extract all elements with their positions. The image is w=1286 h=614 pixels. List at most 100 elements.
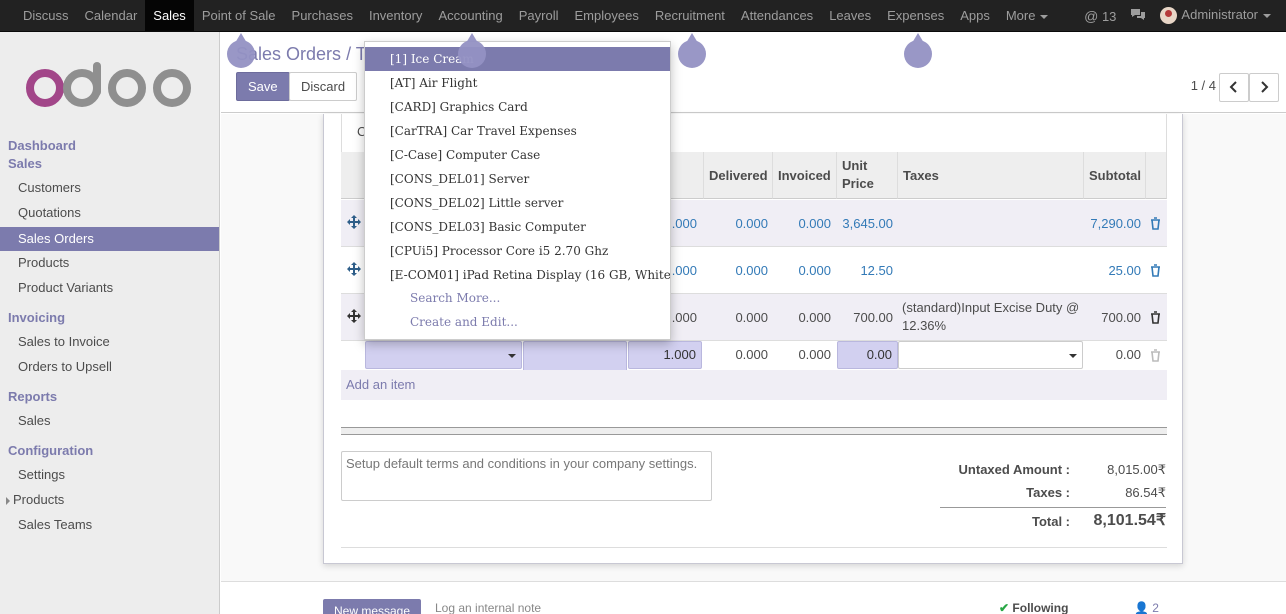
pager-value: 1 / 4 [1190, 78, 1216, 93]
totals-divider [940, 507, 1166, 508]
menu-employees[interactable]: Employees [567, 0, 647, 31]
menu-accounting[interactable]: Accounting [430, 0, 510, 31]
column-subtotal[interactable]: Subtotal [1084, 152, 1146, 199]
total-label: Total : [1031, 514, 1070, 529]
cell-subtotal[interactable]: 25.00 [1084, 247, 1141, 294]
menu-expenses[interactable]: Expenses [879, 0, 952, 31]
chat-icon[interactable] [1130, 8, 1146, 24]
mentions-indicator[interactable]: @ 13 [1084, 8, 1116, 24]
pager-previous-button[interactable] [1219, 73, 1249, 102]
cell-delivered[interactable]: 0.000 [704, 200, 768, 247]
sidebar-item-label: Products [13, 492, 65, 507]
sidebar-item-customers[interactable]: Customers [0, 176, 219, 200]
menu-leaves[interactable]: Leaves [821, 0, 879, 31]
search-more-link[interactable]: Search More... [410, 291, 500, 305]
sidebar-item-quotations[interactable]: Quotations [0, 201, 219, 225]
user-menu[interactable]: Administrator [1160, 7, 1271, 25]
tour-tip-marker[interactable] [904, 33, 932, 68]
sheet-bottom-divider [341, 547, 1167, 548]
breadcrumb-separator: / [346, 44, 352, 64]
trash-icon[interactable] [1150, 217, 1161, 230]
move-icon[interactable] [347, 309, 361, 323]
at-icon: @ [1084, 7, 1099, 24]
sidebar-section-configuration: Configuration [8, 443, 94, 458]
sidebar-item-orders-to-upsell[interactable]: Orders to Upsell [0, 355, 219, 379]
cell-unit-price[interactable]: 700.00 [837, 294, 893, 341]
dropdown-option[interactable]: [CARD] Graphics Card [365, 95, 670, 119]
dropdown-option[interactable]: [AT] Air Flight [365, 71, 670, 95]
taxes-value: 86.54₹ [1125, 485, 1166, 500]
sidebar-item-sales-orders[interactable]: Sales Orders [0, 227, 219, 251]
cell-invoiced[interactable]: 0.000 [773, 247, 831, 294]
trash-icon[interactable] [1150, 311, 1161, 324]
quantity-input[interactable]: 1.000 [628, 341, 702, 369]
cell-unit-price[interactable]: 12.50 [837, 247, 893, 294]
sidebar-item-reports-sales[interactable]: Sales [0, 409, 219, 433]
unit-price-input[interactable]: 0.00 [837, 341, 898, 369]
menu-discuss[interactable]: Discuss [15, 0, 77, 31]
dropdown-option[interactable]: [CONS_DEL03] Basic Computer [365, 215, 670, 239]
menu-payroll[interactable]: Payroll [511, 0, 567, 31]
sidebar-item-sales-to-invoice[interactable]: Sales to Invoice [0, 330, 219, 354]
taxes-label: Taxes : [1026, 485, 1070, 500]
new-message-button[interactable]: New message [323, 599, 422, 614]
cell-subtotal[interactable]: 700.00 [1084, 294, 1141, 341]
discard-button[interactable]: Discard [289, 72, 358, 101]
menu-calendar[interactable]: Calendar [77, 0, 146, 31]
add-an-item-link[interactable]: Add an item [341, 370, 1167, 400]
menu-point-of-sale[interactable]: Point of Sale [194, 0, 284, 31]
cell-unit-price[interactable]: 3,645.00 [837, 200, 893, 247]
pager-next-button[interactable] [1249, 73, 1279, 102]
save-button[interactable]: Save [236, 72, 290, 101]
cell-subtotal[interactable]: 7,290.00 [1084, 200, 1141, 247]
cell-delivered[interactable]: 0.000 [704, 294, 768, 341]
untaxed-amount-label: Untaxed Amount : [958, 462, 1070, 477]
dropdown-option[interactable]: [CPUi5] Processor Core i5 2.70 Ghz [365, 239, 670, 263]
sidebar-item-product-variants[interactable]: Product Variants [0, 276, 219, 300]
trash-icon[interactable] [1150, 349, 1161, 362]
product-select[interactable] [365, 341, 522, 369]
terms-textarea[interactable]: Setup default terms and conditions in yo… [341, 451, 712, 501]
move-icon[interactable] [347, 215, 361, 229]
followers-button[interactable]: 👤 2 [1134, 601, 1159, 614]
create-and-edit-link[interactable]: Create and Edit... [410, 315, 518, 329]
column-delete [1146, 152, 1167, 199]
sidebar-item-settings[interactable]: Settings [0, 463, 219, 487]
column-delivered[interactable]: Delivered [704, 152, 773, 199]
dropdown-option[interactable]: [E-COM01] iPad Retina Display (16 GB, Wh… [365, 263, 670, 287]
column-invoiced[interactable]: Invoiced [773, 152, 837, 199]
move-icon[interactable] [347, 262, 361, 276]
dropdown-option[interactable]: [CarTRA] Car Travel Expenses [365, 119, 670, 143]
menu-attendances[interactable]: Attendances [733, 0, 821, 31]
tour-tip-marker[interactable] [458, 33, 486, 68]
menu-purchases[interactable]: Purchases [284, 0, 361, 31]
column-unit-price[interactable]: Unit Price [837, 152, 898, 199]
menu-more[interactable]: More [998, 0, 1057, 31]
sidebar-item-config-products[interactable]: Products [0, 488, 219, 512]
cell-invoiced[interactable]: 0.000 [773, 200, 831, 247]
following-button[interactable]: ✔ Following [999, 601, 1068, 614]
sidebar-item-products[interactable]: Products [0, 251, 219, 275]
dropdown-option[interactable]: [CONS_DEL01] Server [365, 167, 670, 191]
menu-inventory[interactable]: Inventory [361, 0, 430, 31]
dropdown-option[interactable]: [1] Ice Cream [365, 47, 670, 71]
cell-invoiced[interactable]: 0.000 [773, 294, 831, 341]
tour-tip-marker[interactable] [678, 33, 706, 68]
caret-down-icon [1263, 13, 1271, 18]
cell-delivered[interactable]: 0.000 [704, 247, 768, 294]
menu-sales[interactable]: Sales [145, 0, 194, 31]
dropdown-option[interactable]: [C-Case] Computer Case [365, 143, 670, 167]
column-taxes[interactable]: Taxes [898, 152, 1084, 199]
sidebar-dashboard[interactable]: Dashboard [8, 138, 76, 153]
menu-apps[interactable]: Apps [952, 0, 998, 31]
cell-taxes[interactable]: (standard)Input Excise Duty @ 12.36% [902, 299, 1082, 346]
top-navbar: Discuss Calendar Sales Point of Sale Pur… [0, 0, 1286, 32]
caret-down-icon [1040, 14, 1049, 19]
taxes-select[interactable] [898, 341, 1083, 369]
dropdown-option[interactable]: [CONS_DEL02] Little server [365, 191, 670, 215]
tour-tip-marker[interactable] [227, 33, 255, 68]
sidebar-item-sales-teams[interactable]: Sales Teams [0, 513, 219, 537]
log-note-button[interactable]: Log an internal note [435, 601, 541, 614]
menu-recruitment[interactable]: Recruitment [647, 0, 733, 31]
trash-icon[interactable] [1150, 264, 1161, 277]
